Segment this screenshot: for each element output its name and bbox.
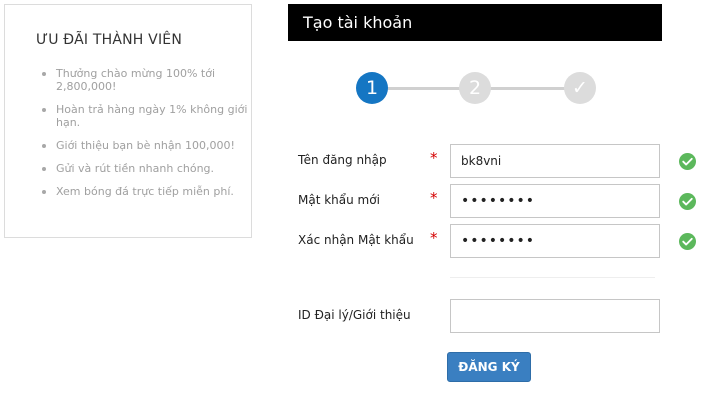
bullet-icon	[42, 167, 46, 171]
member-benefits-title: ƯU ĐÃI THÀNH VIÊN	[36, 32, 182, 48]
username-label: Tên đăng nhập	[298, 153, 387, 167]
benefit-item: Xem bóng đá trực tiếp miễn phí.	[39, 185, 249, 198]
step-connector	[490, 87, 566, 90]
benefit-text: Hoàn trả hàng ngày 1% không giới hạn.	[56, 103, 248, 129]
confirm-password-row: Xác nhận Mật khẩu *	[288, 224, 701, 258]
benefit-text: Gửi và rút tiền nhanh chóng.	[56, 162, 215, 175]
member-benefits-list: Thưởng chào mừng 100% tới 2,800,000! Hoà…	[39, 67, 249, 208]
required-marker: *	[430, 229, 438, 247]
benefit-text: Thưởng chào mừng 100% tới 2,800,000!	[56, 67, 216, 93]
check-circle-icon	[679, 153, 696, 170]
create-account-header: Tạo tài khoản	[288, 4, 662, 41]
member-benefits-panel: ƯU ĐÃI THÀNH VIÊN Thưởng chào mừng 100% …	[4, 4, 252, 238]
bullet-icon	[42, 72, 46, 76]
required-marker: *	[430, 149, 438, 167]
register-button[interactable]: ĐĂNG KÝ	[447, 352, 531, 382]
benefit-text: Giới thiệu bạn bè nhận 100,000!	[56, 139, 235, 152]
benefit-item: Hoàn trả hàng ngày 1% không giới hạn.	[39, 103, 249, 129]
username-row: Tên đăng nhập *	[288, 144, 701, 178]
form-divider	[450, 277, 655, 278]
benefit-text: Xem bóng đá trực tiếp miễn phí.	[56, 185, 234, 198]
benefit-item: Gửi và rút tiền nhanh chóng.	[39, 162, 249, 175]
step-connector	[386, 87, 462, 90]
password-input[interactable]	[450, 184, 660, 218]
bullet-icon	[42, 190, 46, 194]
password-label: Mật khẩu mới	[298, 193, 380, 207]
check-circle-icon	[679, 233, 696, 250]
check-circle-icon	[679, 193, 696, 210]
password-row: Mật khẩu mới *	[288, 184, 701, 218]
registration-page: ƯU ĐÃI THÀNH VIÊN Thưởng chào mừng 100% …	[0, 0, 701, 417]
referral-id-input[interactable]	[450, 299, 660, 333]
registration-stepper: 1 2 ✓	[356, 72, 596, 106]
referral-row: ID Đại lý/Giới thiệu	[288, 299, 701, 333]
bullet-icon	[42, 144, 46, 148]
confirm-password-input[interactable]	[450, 224, 660, 258]
step-3-complete-icon: ✓	[564, 72, 596, 104]
benefit-item: Giới thiệu bạn bè nhận 100,000!	[39, 139, 249, 152]
username-input[interactable]	[450, 144, 660, 178]
referral-label: ID Đại lý/Giới thiệu	[298, 308, 411, 322]
benefit-item: Thưởng chào mừng 100% tới 2,800,000!	[39, 67, 249, 93]
bullet-icon	[42, 108, 46, 112]
step-1-indicator: 1	[356, 72, 388, 104]
required-marker: *	[430, 189, 438, 207]
confirm-password-label: Xác nhận Mật khẩu	[298, 233, 414, 247]
step-2-indicator: 2	[459, 72, 491, 104]
page-title: Tạo tài khoản	[303, 13, 413, 32]
